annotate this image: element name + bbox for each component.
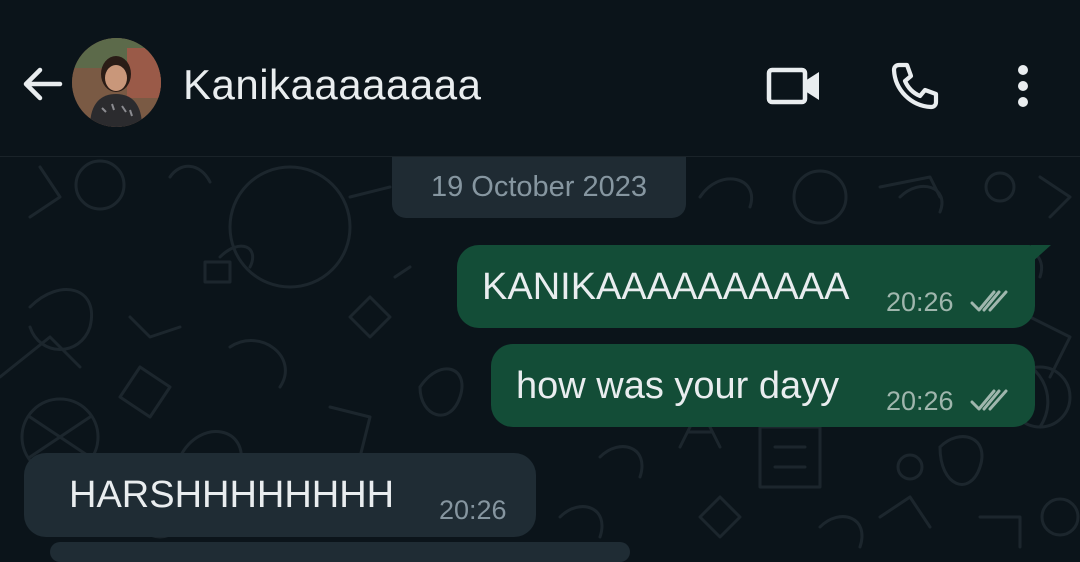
double-check-icon (970, 290, 1008, 312)
avatar-image (72, 38, 161, 127)
message-time: 20:26 (886, 386, 954, 416)
double-check-icon (970, 389, 1008, 411)
message-time: 20:26 (886, 287, 954, 317)
message-bubble-partial[interactable] (50, 542, 630, 562)
video-call-button[interactable] (766, 58, 822, 114)
message-bubble-incoming[interactable]: HARSHHHHHHHH 20:26 (24, 453, 536, 537)
contact-name[interactable]: Kanikaaaaaaaa (183, 60, 481, 110)
more-options-icon (1018, 65, 1028, 107)
message-text: HARSHHHHHHHH (69, 474, 395, 516)
back-arrow-icon (23, 67, 63, 101)
chat-header: Kanikaaaaaaaa (0, 0, 1080, 157)
date-divider: 19 October 2023 (392, 156, 686, 218)
bubble-tail (1031, 245, 1051, 263)
message-time: 20:26 (439, 495, 507, 525)
contact-avatar[interactable] (72, 38, 161, 127)
message-bubble-outgoing[interactable]: how was your dayy 20:26 (491, 344, 1035, 427)
voice-call-icon (891, 62, 939, 110)
voice-call-button[interactable] (887, 58, 943, 114)
more-options-button[interactable] (995, 58, 1051, 114)
message-text: KANIKAAAAAAAAAA (482, 266, 850, 308)
message-text: how was your dayy (516, 365, 840, 407)
back-button[interactable] (18, 60, 66, 108)
video-call-icon (766, 67, 819, 105)
message-bubble-outgoing[interactable]: KANIKAAAAAAAAAA 20:26 (457, 245, 1051, 328)
